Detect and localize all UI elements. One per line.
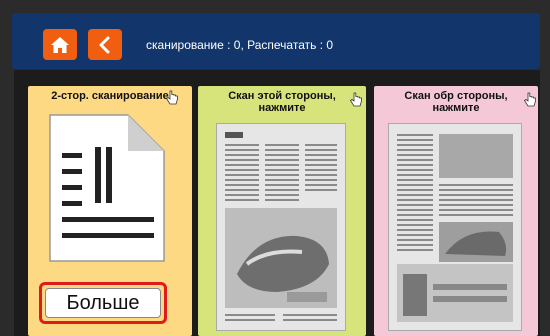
card-title-line1: Скан этой стороны, [228,90,336,102]
card-title-line2: нажмите [432,102,480,114]
front-page-preview [216,123,346,331]
card-title-line1: Скан обр стороны, [404,90,508,102]
card-title: Скан этой стороны, нажмите [198,90,366,114]
home-button[interactable] [43,29,77,60]
hand-pointer-icon [523,92,536,107]
back-page-preview [388,123,522,331]
hand-pointer-icon [349,92,362,107]
chevron-left-icon [99,36,110,53]
card-title-line2: нажмите [258,102,306,114]
card-title: Скан обр стороны, нажмите [374,90,538,114]
back-button[interactable] [88,29,122,60]
hand-pointer-icon [165,90,178,105]
scanned-page-image [389,124,521,330]
document-icon [49,114,165,262]
more-button[interactable]: Больше [39,282,167,324]
scanned-page-image [217,124,345,330]
more-button-label: Больше [45,288,161,318]
home-icon [51,36,69,53]
status-text: сканирование : 0, Распечатать : 0 [146,38,334,52]
